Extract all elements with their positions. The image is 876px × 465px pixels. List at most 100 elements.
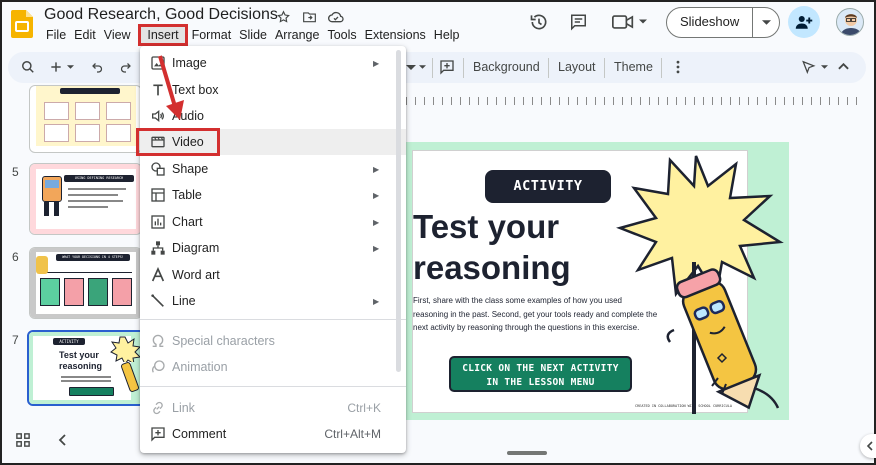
add-person-icon: [795, 16, 813, 29]
menu-item-comment[interactable]: Comment Ctrl+Alt+M: [140, 421, 406, 447]
menu-item-animation[interactable]: Animation: [140, 354, 406, 380]
search-icon[interactable]: [21, 60, 35, 74]
new-slide-icon[interactable]: [49, 60, 63, 74]
version-history-icon[interactable]: [529, 12, 549, 32]
slide-number: 5: [12, 165, 19, 179]
shape-icon: [151, 162, 165, 176]
menu-item-special-characters[interactable]: Special characters: [140, 328, 406, 354]
collapse-toolbar-icon[interactable]: [838, 63, 849, 70]
animation-icon: [152, 360, 165, 373]
menu-scrollbar[interactable]: [396, 50, 401, 372]
submenu-arrow-icon: ▶: [373, 190, 380, 200]
menu-slide[interactable]: Slide: [235, 27, 271, 45]
menu-extensions[interactable]: Extensions: [361, 27, 430, 45]
document-title[interactable]: Good Research, Good Decisions: [44, 6, 278, 24]
submenu-arrow-icon: ▶: [373, 217, 380, 227]
diagram-icon: [151, 241, 165, 255]
comments-icon[interactable]: [569, 13, 588, 31]
app-window: Good Research, Good Decisions File Edit …: [0, 0, 876, 465]
menu-item-table[interactable]: Table ▶: [140, 182, 406, 208]
meet-icon[interactable]: [612, 14, 634, 30]
menu-item-label: Shape: [172, 162, 209, 176]
next-activity-cta[interactable]: CLICK ON THE NEXT ACTIVITY IN THE LESSON…: [449, 356, 632, 392]
slide-thumbnail-6[interactable]: WHAT YOUR DECISIONS IN 4 STEPS!: [29, 247, 142, 319]
menu-item-label: Special characters: [172, 334, 275, 348]
table-icon: [151, 188, 165, 202]
menu-help[interactable]: Help: [430, 27, 464, 45]
menu-tools[interactable]: Tools: [323, 27, 360, 45]
activity-badge[interactable]: ACTIVITY: [485, 170, 611, 203]
toolbar-divider: [548, 58, 549, 78]
pencil-character-illustration[interactable]: [614, 152, 786, 420]
menu-item-line[interactable]: Line ▶: [140, 288, 406, 314]
thumb6-title: WHAT YOUR DECISIONS IN 4 STEPS!: [56, 254, 130, 261]
menu-item-shape[interactable]: Shape ▶: [140, 156, 406, 182]
slideshow-options-icon[interactable]: [762, 20, 771, 25]
menu-item-label: Comment: [172, 427, 227, 441]
side-panel-toggle[interactable]: [860, 434, 876, 458]
menu-item-diagram[interactable]: Diagram ▶: [140, 235, 406, 261]
thumb7-title-line2: reasoning: [59, 361, 103, 371]
undo-icon[interactable]: [91, 61, 104, 73]
star-icon[interactable]: [276, 10, 291, 24]
cloud-status-icon[interactable]: [328, 10, 344, 24]
cursor-dropdown-icon[interactable]: [821, 65, 828, 69]
submenu-arrow-icon: ▶: [373, 58, 380, 68]
resize-handle[interactable]: [507, 451, 547, 455]
slideshow-label: Slideshow: [680, 14, 740, 29]
slide-number: 6: [12, 250, 19, 264]
slide-thumbnail-7-selected[interactable]: ACTIVITY Test your reasoning: [27, 330, 145, 406]
grid-view-icon[interactable]: [16, 433, 30, 447]
cta-line2: IN THE LESSON MENU: [486, 377, 595, 388]
menu-item-label: Chart: [172, 215, 203, 229]
menu-arrange[interactable]: Arrange: [271, 27, 323, 45]
line-style-dropdown-icon[interactable]: [406, 64, 416, 71]
menu-item-word-art[interactable]: Word art: [140, 262, 406, 288]
redo-icon[interactable]: [119, 61, 132, 73]
menu-item-shortcut: Ctrl+K: [347, 401, 381, 415]
line-dropdown-icon[interactable]: [419, 65, 426, 69]
word-art-icon: [151, 267, 165, 282]
line-icon: [151, 294, 164, 307]
add-comment-icon[interactable]: [439, 59, 455, 75]
slide-title-line2: reasoning: [413, 249, 571, 286]
menu-divider: [140, 386, 406, 387]
menu-format[interactable]: Format: [188, 27, 236, 45]
theme-button[interactable]: Theme: [614, 60, 653, 74]
slide-title[interactable]: Test your reasoning: [413, 206, 613, 288]
submenu-arrow-icon: ▶: [373, 164, 380, 174]
slides-logo-icon[interactable]: [11, 10, 33, 38]
menu-item-chart[interactable]: Chart ▶: [140, 209, 406, 235]
layout-button[interactable]: Layout: [558, 60, 596, 74]
omega-icon: [152, 334, 164, 347]
toolbar-divider: [463, 58, 464, 78]
menu-insert[interactable]: Insert: [138, 24, 188, 46]
submenu-arrow-icon: ▶: [373, 296, 380, 306]
collapse-filmstrip-icon[interactable]: [58, 434, 66, 446]
slide-number: 7: [12, 333, 19, 347]
submenu-arrow-icon: ▶: [373, 243, 380, 253]
menu-file[interactable]: File: [42, 27, 70, 45]
more-options-icon[interactable]: [674, 60, 682, 74]
horizontal-ruler: [406, 97, 858, 105]
link-icon: [153, 401, 163, 415]
avatar[interactable]: [836, 8, 864, 36]
slideshow-divider: [752, 8, 753, 37]
menu-item-link[interactable]: Link Ctrl+K: [140, 395, 406, 421]
menu-item-label: Link: [172, 401, 195, 415]
new-slide-dropdown-icon[interactable]: [67, 65, 74, 69]
menu-bar: File Edit View Format Slide Arrange Tool…: [42, 27, 464, 45]
slide-thumbnail-4[interactable]: [29, 85, 142, 153]
chevron-left-icon: [866, 441, 873, 451]
video-highlight-box: [136, 128, 220, 156]
select-cursor-icon[interactable]: [801, 60, 816, 74]
menu-view[interactable]: View: [100, 27, 135, 45]
menu-divider: [140, 319, 406, 320]
move-folder-icon[interactable]: [302, 10, 317, 24]
menu-edit[interactable]: Edit: [70, 27, 100, 45]
background-button[interactable]: Background: [473, 60, 540, 74]
menu-item-shortcut: Ctrl+Alt+M: [324, 427, 381, 441]
chevron-down-icon[interactable]: [639, 19, 647, 24]
slide-thumbnail-5[interactable]: USING DEFINING RESEARCH: [29, 163, 142, 235]
toolbar-divider: [604, 58, 605, 78]
